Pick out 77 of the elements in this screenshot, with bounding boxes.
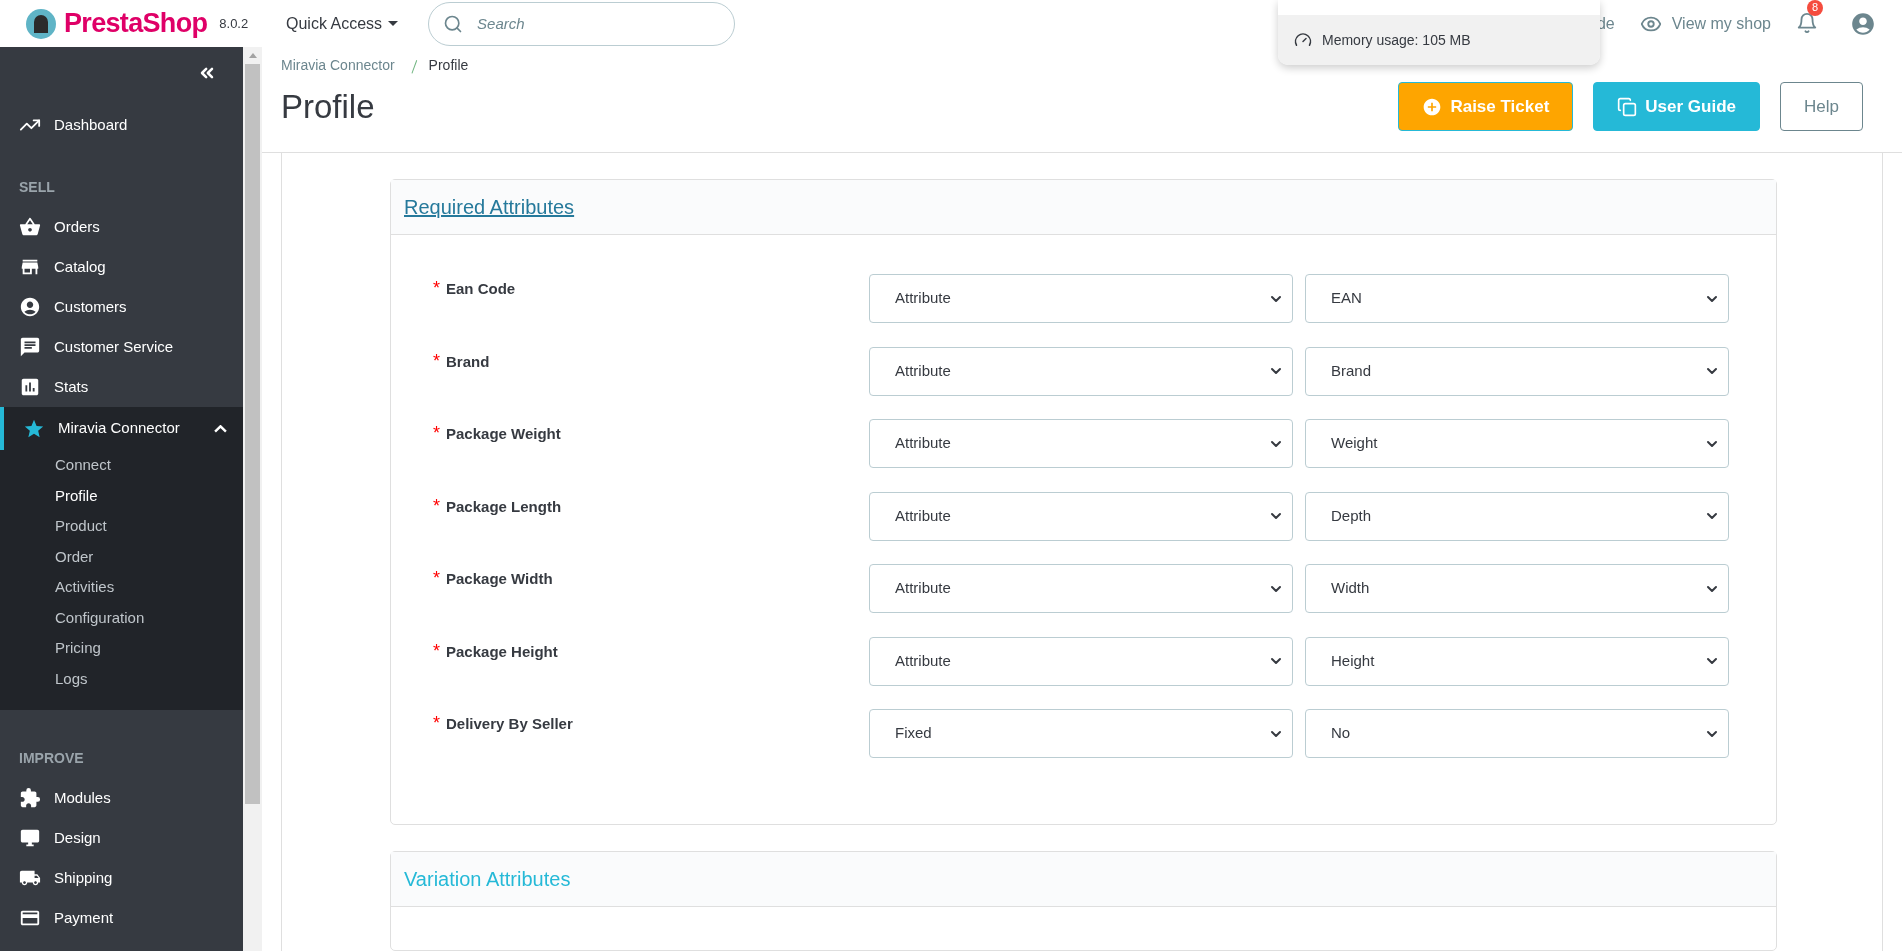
submenu-item[interactable]: Activities bbox=[0, 572, 243, 603]
required-asterisk: * bbox=[433, 422, 440, 445]
submenu-item[interactable]: Product bbox=[0, 511, 243, 542]
search-field[interactable]: Search bbox=[428, 1, 736, 46]
field-label: Brand bbox=[446, 351, 490, 372]
source-select[interactable]: Attribute bbox=[869, 274, 1293, 323]
sidebar-item[interactable]: Customers bbox=[0, 287, 243, 327]
gauge-icon bbox=[1294, 31, 1312, 49]
scrollbar[interactable] bbox=[243, 47, 262, 951]
breadcrumb-item: Profile bbox=[428, 56, 469, 75]
memory-usage-text: Memory usage: 105 MB bbox=[1322, 30, 1471, 50]
source-select[interactable]: Attribute bbox=[869, 636, 1293, 686]
chevron-up-icon bbox=[214, 424, 227, 433]
value-select[interactable]: EAN bbox=[1305, 274, 1729, 323]
sidebar-item[interactable]: Customer Service bbox=[0, 327, 243, 367]
sidebar-item[interactable]: Shipping bbox=[0, 858, 243, 898]
logo-icon bbox=[26, 8, 56, 39]
submenu-item[interactable]: Order bbox=[0, 541, 243, 572]
field-label: Delivery By Seller bbox=[446, 714, 573, 734]
brand-name: PrestaShop bbox=[64, 7, 208, 41]
required-asterisk: * bbox=[433, 277, 440, 300]
version-label: 8.0.2 bbox=[219, 14, 249, 33]
sidebar-item[interactable]: Modules bbox=[0, 778, 243, 818]
copy-icon bbox=[1617, 96, 1638, 117]
section-heading: SELL bbox=[19, 179, 55, 195]
sidebar-item[interactable]: Payment bbox=[0, 898, 243, 938]
section-heading: IMPROVE bbox=[19, 750, 84, 766]
notification-badge: 8 bbox=[1807, 0, 1823, 16]
source-select[interactable]: Attribute bbox=[869, 564, 1293, 613]
value-select[interactable]: Width bbox=[1305, 564, 1729, 613]
sidebar-item[interactable]: Orders bbox=[0, 207, 243, 247]
sidebar-item[interactable]: Design bbox=[0, 818, 243, 858]
quick-access-button[interactable]: Quick Access bbox=[286, 11, 399, 36]
basket-icon bbox=[19, 216, 41, 238]
sidebar-item[interactable]: Dashboard bbox=[0, 105, 243, 145]
required-asterisk: * bbox=[433, 349, 440, 373]
field-label: Package Weight bbox=[446, 424, 561, 444]
monitor-icon bbox=[19, 827, 41, 849]
user-icon bbox=[19, 296, 41, 318]
chat-icon bbox=[19, 336, 41, 358]
value-select[interactable]: No bbox=[1305, 709, 1729, 758]
field-label: Package Width bbox=[446, 569, 553, 589]
source-select[interactable]: Attribute bbox=[869, 346, 1293, 396]
card-title-link[interactable]: Required Attributes bbox=[404, 192, 575, 222]
sidebar-item[interactable]: Stats bbox=[0, 367, 243, 407]
caret-icon bbox=[388, 21, 399, 26]
source-select[interactable]: Fixed bbox=[869, 709, 1293, 758]
value-select[interactable]: Depth bbox=[1305, 491, 1729, 541]
required-asterisk: * bbox=[433, 494, 440, 518]
puzzle-icon bbox=[19, 787, 41, 809]
chart-icon bbox=[19, 376, 41, 398]
value-select[interactable]: Height bbox=[1305, 636, 1729, 686]
sidebar-item[interactable]: Catalog bbox=[0, 247, 243, 287]
submenu-item[interactable]: Connect bbox=[0, 450, 243, 481]
source-select[interactable]: Attribute bbox=[869, 491, 1293, 541]
breadcrumb-item[interactable]: Miravia Connector bbox=[281, 55, 395, 76]
field-label: Ean Code bbox=[446, 279, 516, 299]
submenu-item[interactable]: Profile bbox=[0, 480, 243, 511]
page-title: Profile bbox=[281, 87, 376, 127]
submenu-item[interactable]: Pricing bbox=[0, 633, 243, 664]
value-select[interactable]: Brand bbox=[1305, 346, 1729, 396]
bell-icon[interactable] bbox=[1796, 11, 1818, 34]
required-asterisk: * bbox=[433, 567, 440, 590]
view-shop-link[interactable]: View my shop bbox=[1639, 11, 1771, 36]
field-label: Package Height bbox=[446, 641, 558, 662]
scroll-up-arrow-icon[interactable] bbox=[248, 53, 257, 58]
submenu-item[interactable]: Logs bbox=[0, 663, 243, 694]
card-title: Variation Attributes bbox=[404, 867, 571, 892]
source-select[interactable]: Attribute bbox=[869, 419, 1293, 468]
help-button[interactable]: Help bbox=[1780, 82, 1863, 132]
search-icon bbox=[443, 13, 464, 34]
value-select[interactable]: Weight bbox=[1305, 419, 1729, 468]
required-asterisk: * bbox=[433, 639, 440, 663]
submenu-item[interactable]: Configuration bbox=[0, 602, 243, 633]
field-label: Package Length bbox=[446, 496, 562, 517]
account-icon[interactable] bbox=[1850, 10, 1876, 37]
required-asterisk: * bbox=[433, 712, 440, 735]
